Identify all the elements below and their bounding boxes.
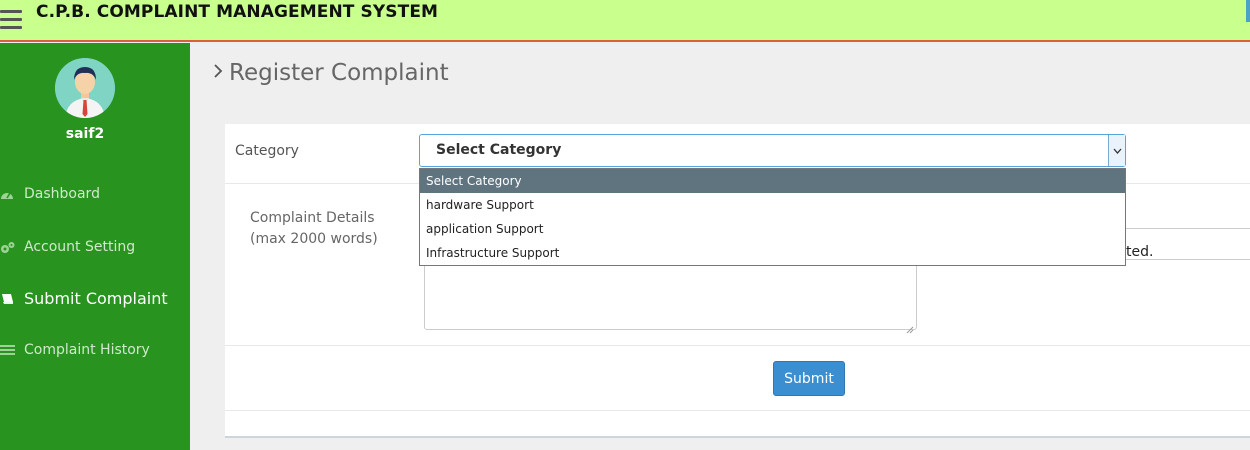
- username: saif2: [65, 126, 105, 142]
- sidebar-item-dashboard[interactable]: Dashboard: [0, 179, 190, 209]
- book-icon: [0, 291, 16, 305]
- dropdown-option[interactable]: Select Category: [420, 169, 1125, 193]
- corner-tab: [1246, 0, 1250, 22]
- row-divider: [225, 410, 1250, 411]
- category-label: Category: [235, 143, 299, 159]
- category-dropdown-list: Select Category hardware Support applica…: [419, 168, 1126, 266]
- app-title: C.P.B. COMPLAINT MANAGEMENT SYSTEM: [36, 2, 439, 22]
- chevron-right-icon: [213, 63, 223, 84]
- dropdown-option[interactable]: application Support: [420, 217, 1125, 241]
- sidebar-item-label: Complaint History: [24, 342, 150, 358]
- category-selected-value: Select Category: [436, 142, 562, 158]
- row-divider: [225, 345, 1250, 346]
- resize-grip-icon[interactable]: [906, 319, 914, 334]
- chevron-down-icon[interactable]: [1108, 135, 1125, 166]
- details-label-line1: Complaint Details: [250, 210, 375, 226]
- sidebar: saif2 Dashboard Account Setting Submit C…: [0, 43, 190, 450]
- details-label-line2: (max 2000 words): [250, 231, 378, 247]
- gears-icon: [0, 240, 16, 254]
- breadcrumb: Register Complaint: [213, 60, 449, 86]
- sidebar-item-complaint-history[interactable]: Complaint History: [0, 335, 190, 365]
- dropdown-option[interactable]: Infrastructure Support: [420, 241, 1125, 265]
- list-icon: [0, 343, 16, 357]
- category-select[interactable]: Select Category: [419, 134, 1126, 167]
- sidebar-item-account-setting[interactable]: Account Setting: [0, 232, 190, 262]
- avatar: [55, 58, 115, 118]
- sidebar-item-label: Dashboard: [24, 186, 100, 202]
- dashboard-icon: [0, 187, 16, 201]
- sidebar-item-submit-complaint[interactable]: Submit Complaint: [0, 283, 190, 313]
- submit-button[interactable]: Submit: [773, 361, 845, 396]
- menu-toggle-icon[interactable]: [0, 10, 22, 30]
- sidebar-item-label: Submit Complaint: [24, 288, 168, 308]
- page-title: Register Complaint: [229, 60, 449, 86]
- complaint-details-textarea[interactable]: [424, 258, 917, 334]
- partial-note-text: ted.: [1126, 244, 1154, 260]
- complaint-details-label: Complaint Details (max 2000 words): [250, 208, 378, 250]
- top-header-bar: C.P.B. COMPLAINT MANAGEMENT SYSTEM: [0, 0, 1250, 42]
- dropdown-option[interactable]: hardware Support: [420, 193, 1125, 217]
- sidebar-item-label: Account Setting: [24, 239, 136, 255]
